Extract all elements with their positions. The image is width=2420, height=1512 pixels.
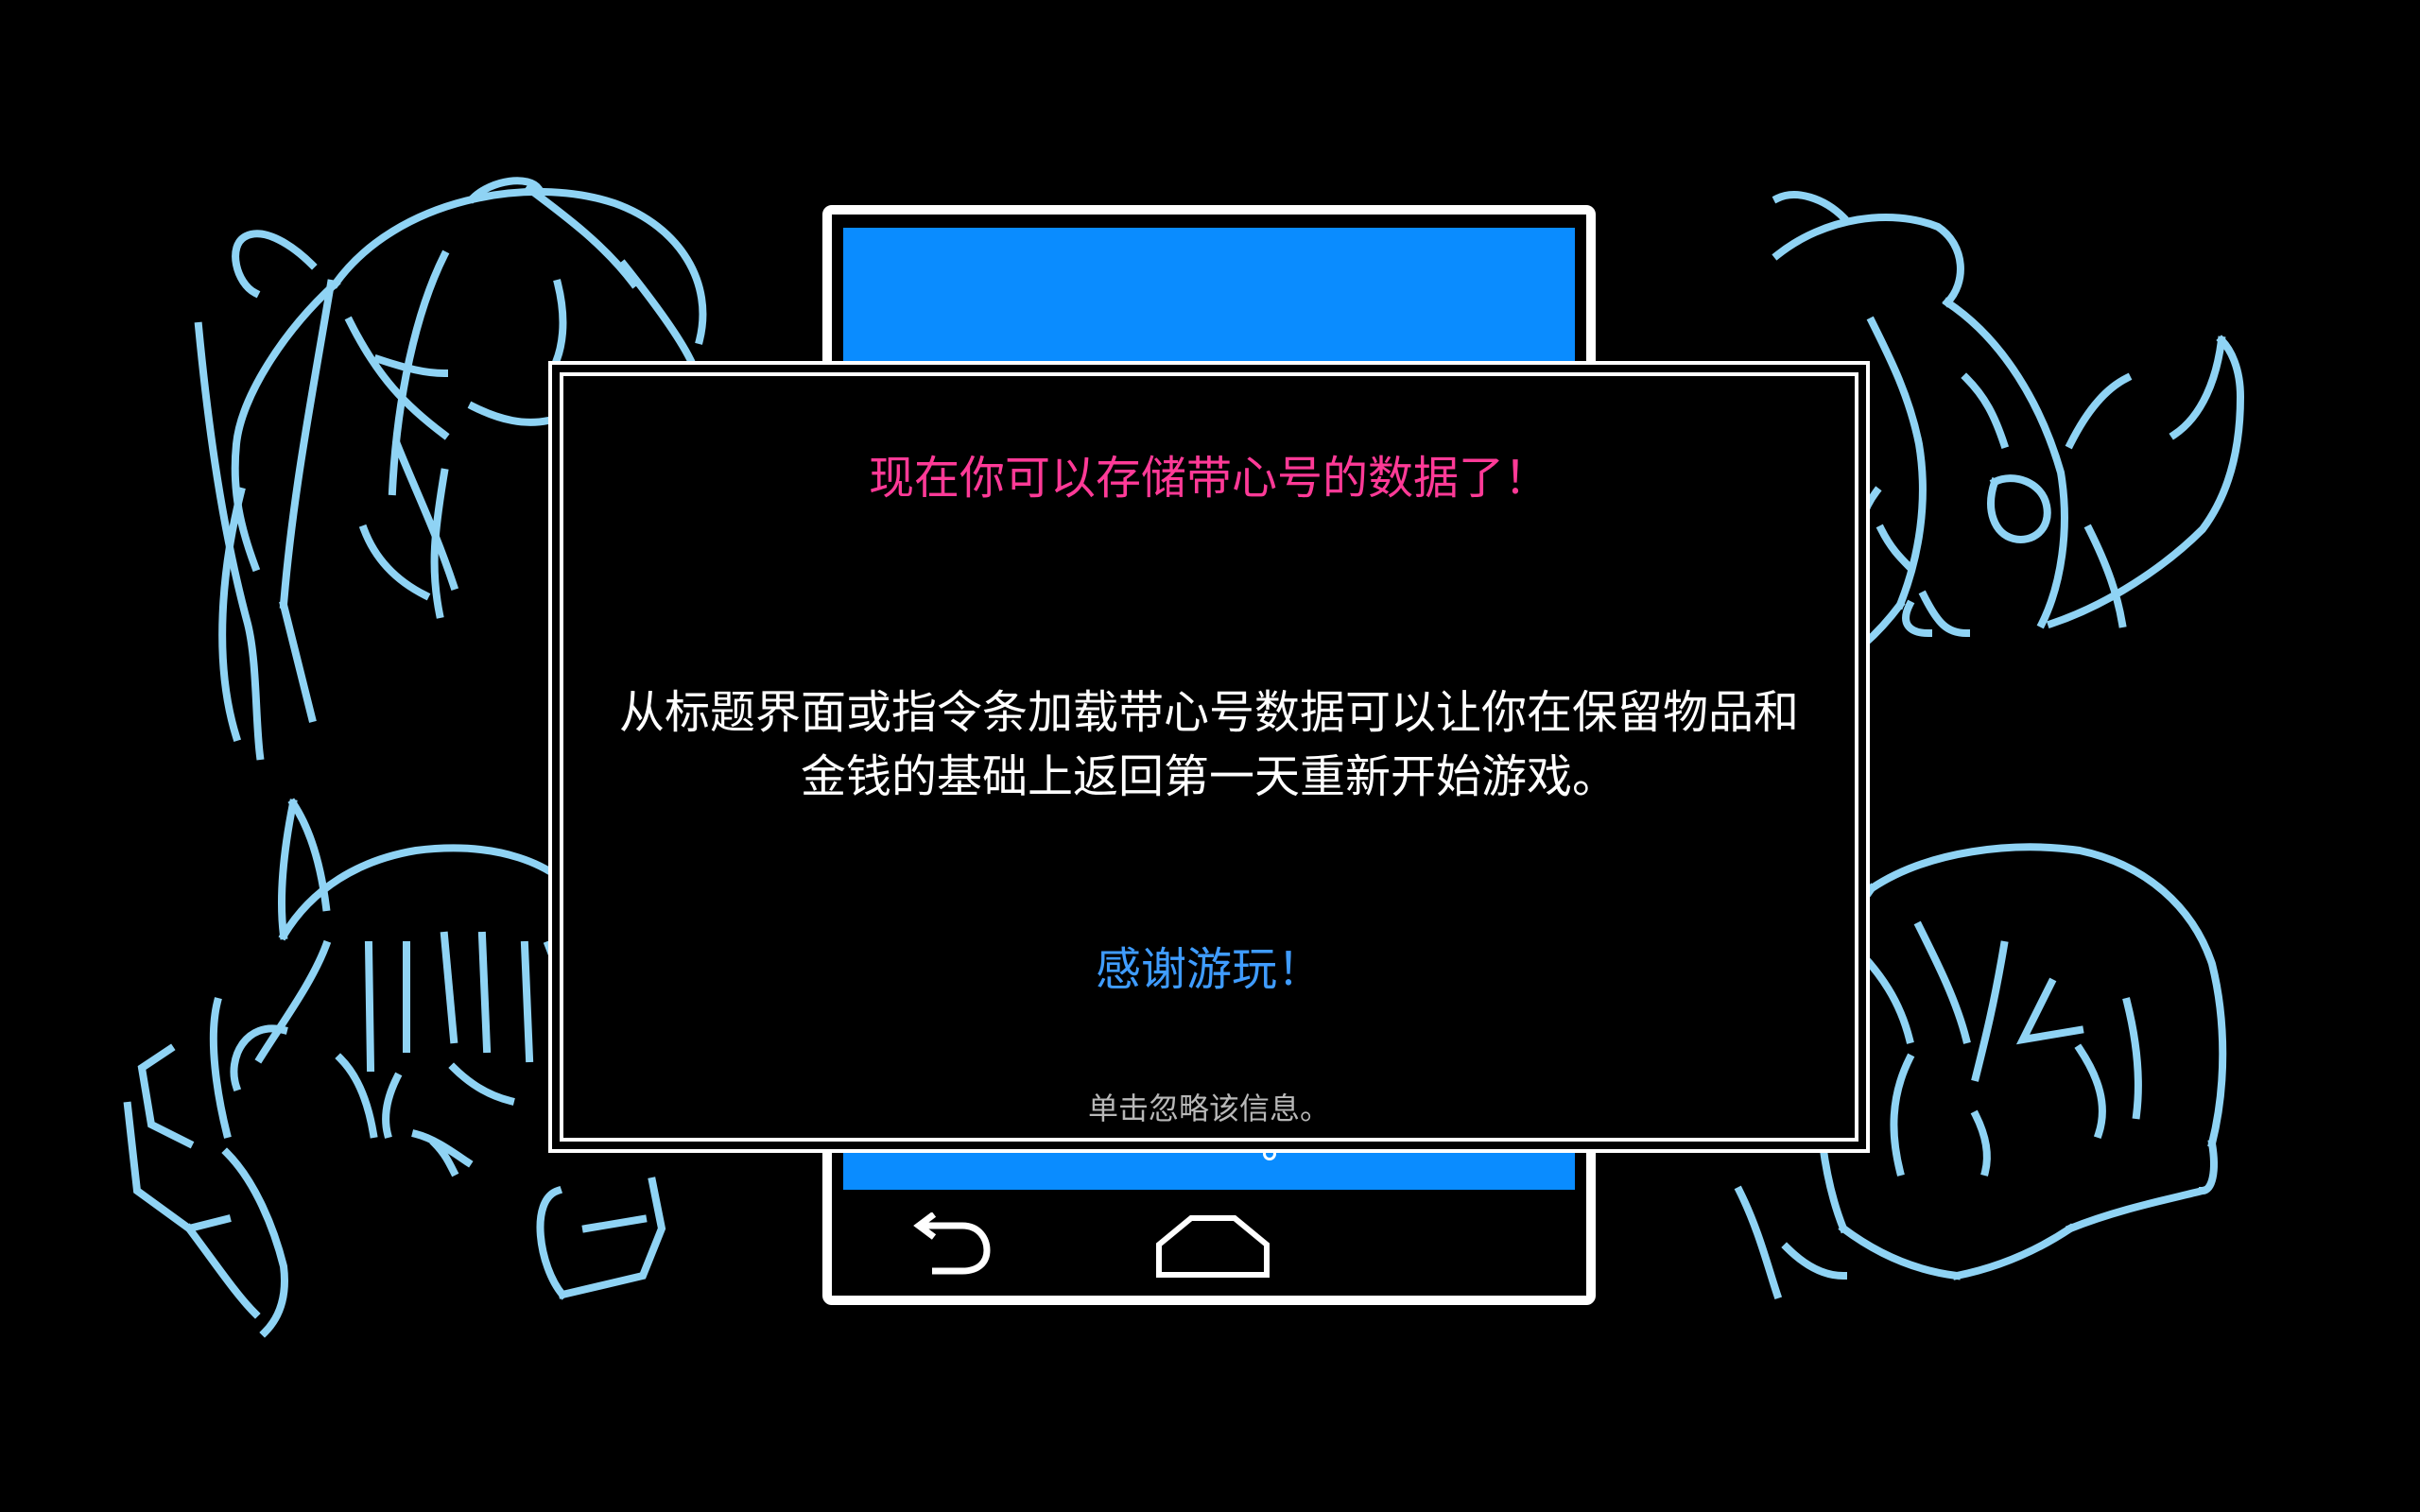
message-dialog[interactable]: 现在你可以存储带心号的数据了！ 从标题界面或指令条加载带心号数据可以让你在保留物… — [548, 361, 1870, 1153]
dismiss-hint[interactable]: 单击忽略该信息。 — [552, 1085, 1866, 1128]
game-screen[interactable]: 现在你可以存储带心号的数据了！ 从标题界面或指令条加载带心号数据可以让你在保留物… — [0, 0, 2420, 1512]
thanks-message: 感谢游玩！ — [1095, 943, 1322, 996]
phone-navbar — [832, 1190, 1586, 1296]
home-icon[interactable] — [1153, 1212, 1272, 1279]
dialog-title: 现在你可以存储带心号的数据了！ — [868, 452, 1549, 505]
dialog-body: 从标题界面或指令条加载带心号数据可以让你在保留物品和金钱的基础上返回第一天重新开… — [618, 686, 1799, 803]
back-arrow-icon[interactable] — [904, 1211, 998, 1279]
